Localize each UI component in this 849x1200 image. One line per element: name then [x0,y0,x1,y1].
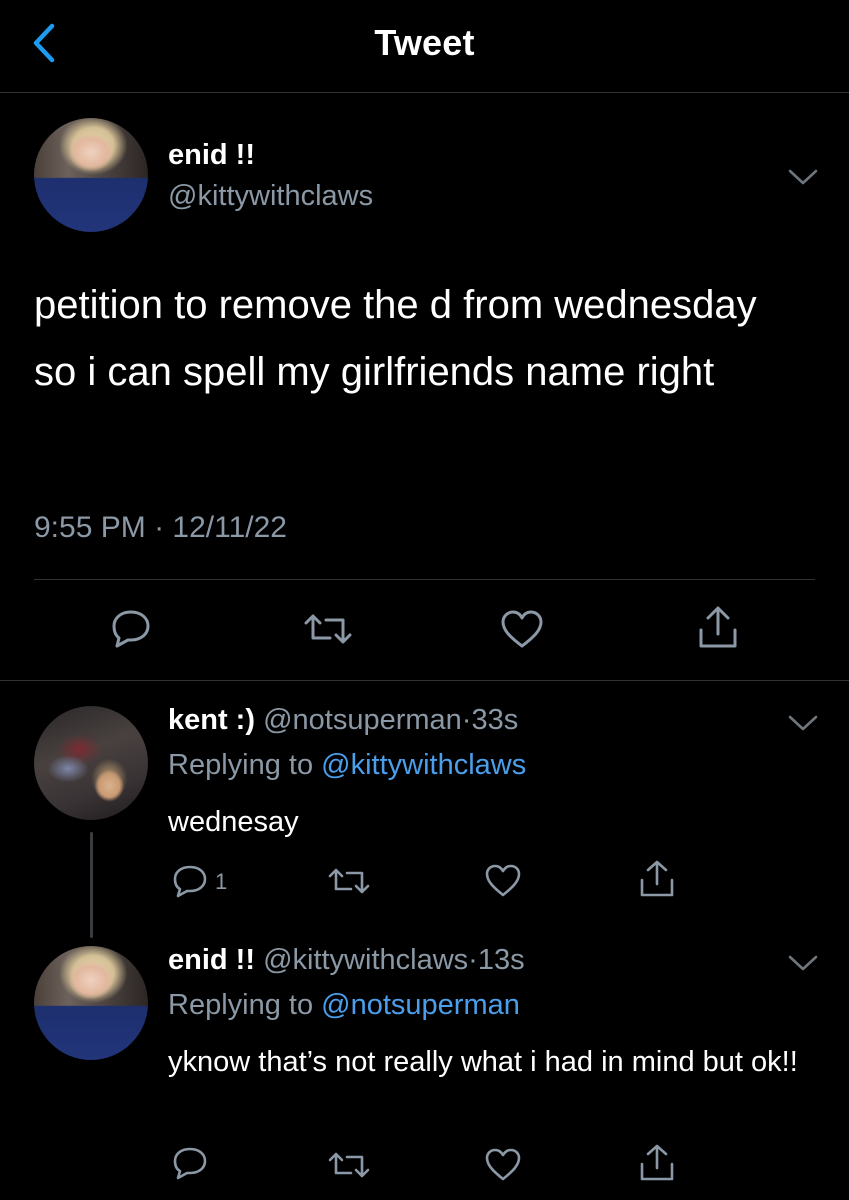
reply-icon[interactable] [172,1146,208,1180]
reply-icon[interactable] [110,608,152,648]
tweet-date: 12/11/22 [172,511,287,544]
chevron-down-icon[interactable] [786,166,820,188]
replying-to: Replying to @kittywithclaws [168,749,526,782]
author-handle[interactable]: @kittywithclaws [263,944,468,976]
author-name[interactable]: kent :) [168,704,255,736]
mention-link[interactable]: @notsuperman [321,989,520,1021]
tweet-time: 9:55 PM [34,511,146,544]
share-icon[interactable] [696,604,740,652]
tweet-text: petition to remove the d from wednesday … [34,283,757,394]
tweet-timestamp[interactable]: 9:55 PM · 12/11/22 [34,511,287,545]
replying-to: Replying to @notsuperman [168,989,520,1022]
replying-prefix: Replying to [168,749,314,781]
heart-icon[interactable] [484,864,522,898]
reply-count: 1 [215,869,228,894]
separator-dot: · [461,704,472,736]
author-handle[interactable]: @notsuperman [263,704,462,736]
share-icon[interactable] [638,1142,676,1184]
chevron-down-icon[interactable] [786,712,820,734]
heart-icon[interactable] [500,610,544,650]
divider [34,579,815,580]
chevron-down-icon[interactable] [786,952,820,974]
top-bar: Tweet [0,0,849,93]
author-name[interactable]: enid !! [168,944,255,976]
avatar[interactable] [34,946,148,1060]
reply-age: 13s [477,944,525,976]
mention-link[interactable]: @kittywithclaws [321,749,526,781]
author-handle[interactable]: @kittywithclaws [168,180,373,213]
reply-text: wednesay [168,806,299,838]
thread-line [90,832,93,938]
reply-header: kent :) @notsuperman·33s [168,704,518,737]
share-icon[interactable] [638,858,676,900]
avatar[interactable] [34,118,148,232]
reply-text: yknow that’s not really what i had in mi… [168,1046,798,1078]
separator-dot: · [154,511,165,544]
reply-age: 33s [471,704,519,736]
reply-icon [173,865,207,898]
retweet-icon[interactable] [302,612,354,646]
author-name[interactable]: enid !! [168,139,255,172]
heart-icon[interactable] [484,1148,522,1182]
divider [0,680,849,681]
reply-header: enid !! @kittywithclaws·13s [168,944,525,977]
separator-dot: · [468,944,478,976]
retweet-icon[interactable] [326,1150,372,1180]
page-title: Tweet [374,22,475,63]
replying-prefix: Replying to [168,989,314,1021]
retweet-icon[interactable] [326,866,372,896]
avatar[interactable] [34,706,148,820]
